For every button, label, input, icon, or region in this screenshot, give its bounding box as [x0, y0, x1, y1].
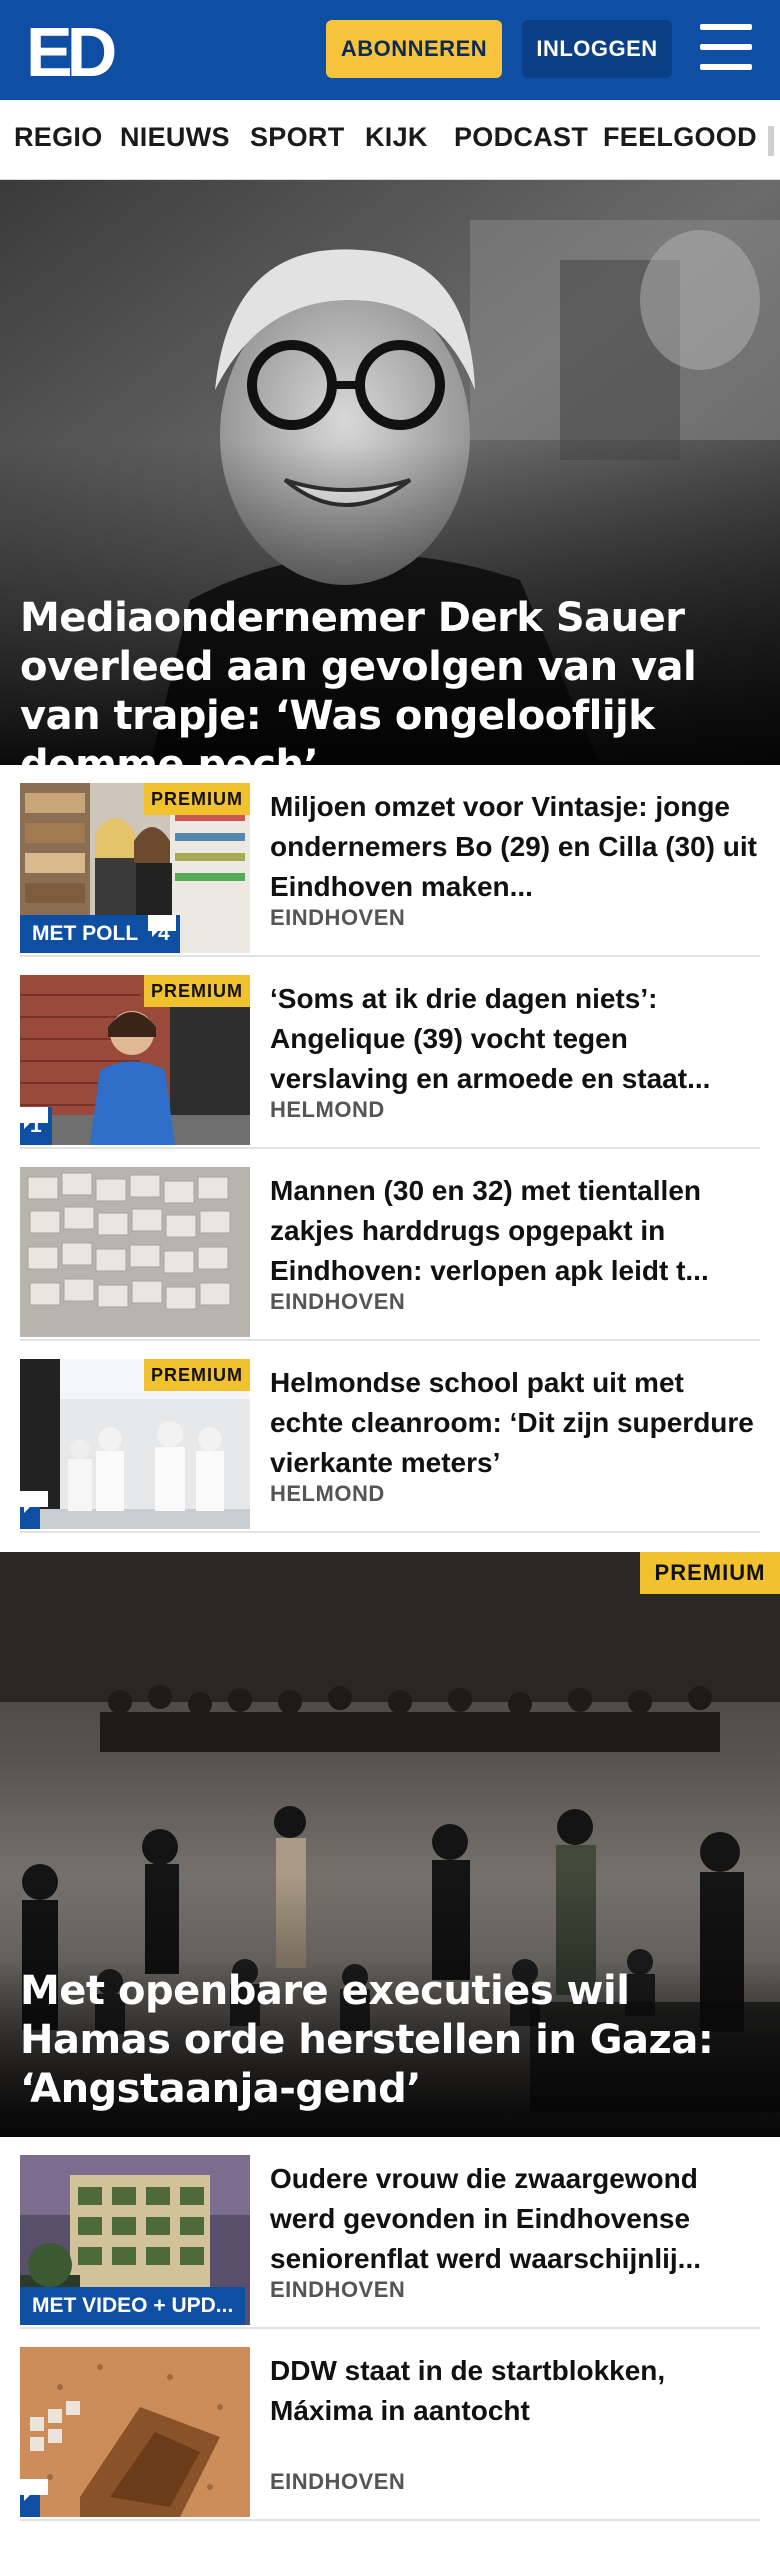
- hero-headline[interactable]: Mediaondernemer Derk Sauer overleed aan …: [20, 594, 760, 765]
- article-location: EINDHOVEN: [270, 2277, 406, 2302]
- menu-icon[interactable]: [700, 24, 752, 72]
- article-location: EINDHOVEN: [270, 1289, 406, 1314]
- video-update-badge: MET VIDEO + UPD...: [20, 2287, 246, 2325]
- comment-count[interactable]: [20, 1491, 48, 1529]
- article-title[interactable]: Miljoen omzet voor Vintasje: jonge onder…: [270, 787, 760, 907]
- comment-icon: [20, 1491, 48, 1513]
- ed-logo[interactable]: ED: [26, 18, 118, 82]
- hero-headline-2[interactable]: Met openbare executies wil Hamas orde he…: [20, 1967, 760, 2114]
- article-location: HELMOND: [270, 1481, 385, 1506]
- nav-item-nieuws[interactable]: NIEUWS: [120, 122, 230, 153]
- article-thumbnail: [20, 2347, 250, 2517]
- article-item[interactable]: PREMIUM 1 ‘Soms at ik drie dagen niets’:…: [20, 957, 760, 1149]
- premium-label: PREMIUM: [144, 975, 250, 1007]
- svg-text:ED: ED: [26, 18, 115, 82]
- article-title[interactable]: Mannen (30 en 32) met tientallen zakjes …: [270, 1171, 760, 1291]
- premium-label: PREMIUM: [640, 1552, 780, 1594]
- nav-item-kijk[interactable]: KIJK: [365, 122, 428, 153]
- hero-article-2[interactable]: PREMIUM Met openbare executies wil Hamas…: [0, 1552, 780, 2137]
- comment-icon: [20, 2479, 48, 2501]
- poll-badge: MET POLL: [20, 915, 151, 953]
- section-nav: REGIO NIEUWS SPORT KIJK PODCAST FEELGOOD: [0, 100, 780, 180]
- article-location: EINDHOVEN: [270, 905, 406, 930]
- article-location: HELMOND: [270, 1097, 385, 1122]
- nav-item-regio[interactable]: REGIO: [14, 122, 103, 153]
- article-item[interactable]: PREMIUM Helmondse school pakt uit met ec…: [20, 1341, 760, 1533]
- comment-count[interactable]: 1: [20, 1107, 52, 1145]
- top-header: ED ABONNEREN INLOGGEN: [0, 0, 780, 100]
- premium-label: PREMIUM: [144, 783, 250, 815]
- article-thumbnail: PREMIUM: [20, 1359, 250, 1529]
- comment-icon: [20, 1107, 48, 1129]
- article-thumbnail: PREMIUM 1: [20, 975, 250, 1145]
- article-thumbnail: PREMIUM MET POLL 4: [20, 783, 250, 953]
- login-button[interactable]: INLOGGEN: [522, 20, 672, 78]
- nav-item-feelgood[interactable]: FEELGOOD: [603, 122, 757, 153]
- subscribe-button[interactable]: ABONNEREN: [326, 20, 502, 78]
- article-title[interactable]: Helmondse school pakt uit met echte clea…: [270, 1363, 760, 1483]
- comment-count[interactable]: [20, 2479, 48, 2517]
- comment-icon: [148, 915, 176, 937]
- article-item[interactable]: DDW staat in de startblokken, Máxima in …: [20, 2329, 760, 2521]
- article-title[interactable]: Oudere vrouw die zwaargewond werd gevond…: [270, 2159, 760, 2279]
- article-item[interactable]: PREMIUM MET POLL 4 Miljoen omzet voor Vi…: [20, 765, 760, 957]
- hero-article[interactable]: Mediaondernemer Derk Sauer overleed aan …: [0, 180, 780, 765]
- premium-label: PREMIUM: [144, 1359, 250, 1391]
- article-item[interactable]: MET VIDEO + UPD... Oudere vrouw die zwaa…: [20, 2137, 760, 2329]
- article-thumbnail: [20, 1167, 250, 1337]
- article-thumbnail: MET VIDEO + UPD...: [20, 2155, 250, 2325]
- article-title[interactable]: DDW staat in de startblokken, Máxima in …: [270, 2351, 760, 2431]
- article-location: EINDHOVEN: [270, 2469, 406, 2494]
- comment-count[interactable]: 4: [148, 915, 180, 953]
- nav-item-podcast[interactable]: PODCAST: [454, 122, 588, 153]
- nav-item-sport[interactable]: SPORT: [250, 122, 345, 153]
- article-item[interactable]: Mannen (30 en 32) met tientallen zakjes …: [20, 1149, 760, 1341]
- nav-overflow-indicator: [768, 126, 774, 156]
- article-title[interactable]: ‘Soms at ik drie dagen niets’: Angelique…: [270, 979, 760, 1099]
